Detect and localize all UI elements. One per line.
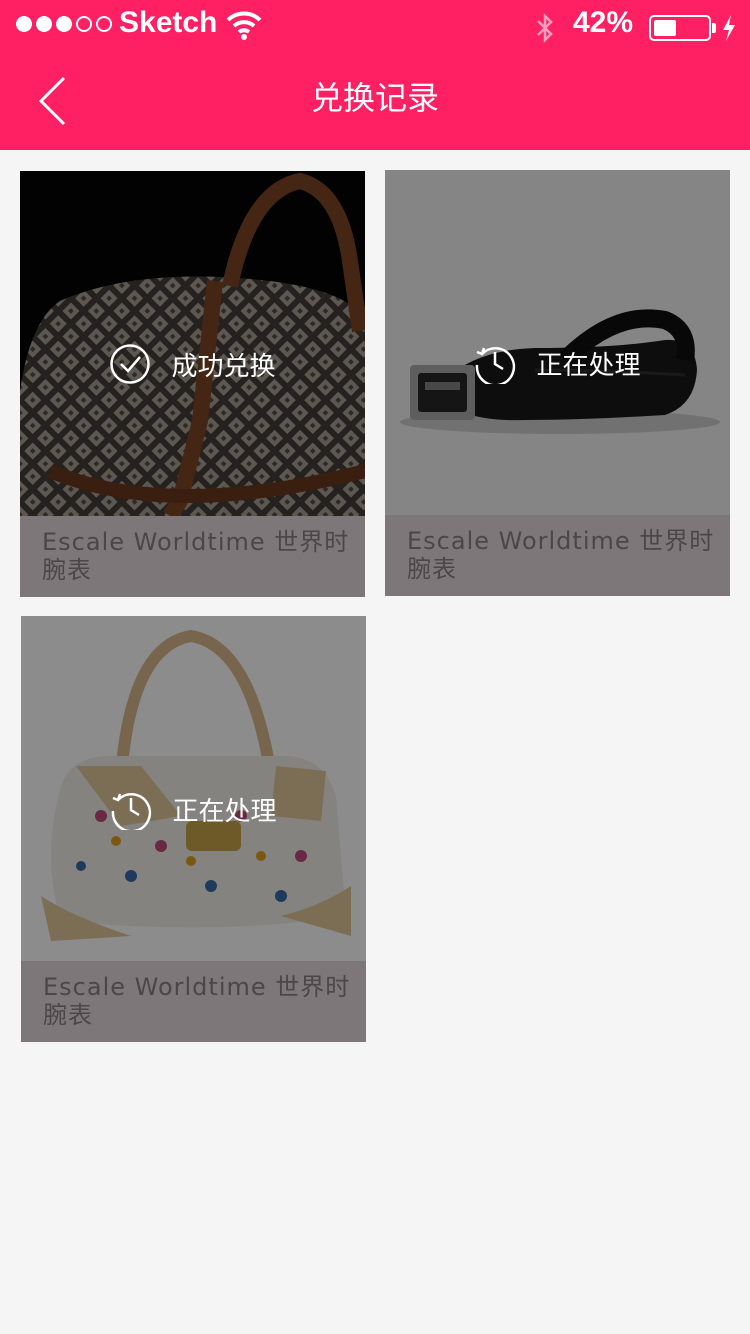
product-caption: Escale Worldtime 世界时腕表: [20, 516, 365, 597]
carrier-name: Sketch: [119, 6, 218, 39]
product-caption: Escale Worldtime 世界时腕表: [385, 515, 730, 596]
charging-bolt-icon: [723, 15, 735, 41]
wifi-icon: [226, 11, 262, 40]
battery-tip: [712, 23, 716, 33]
product-name: Escale Worldtime 世界时腕表: [43, 973, 351, 1029]
product-name: Escale Worldtime 世界时腕表: [42, 528, 350, 584]
product-name: Escale Worldtime 世界时腕表: [407, 527, 715, 583]
check-circle-icon: [110, 344, 151, 384]
exchange-status: 正在处理: [385, 340, 730, 386]
signal-strength-icon: [16, 16, 112, 32]
product-image-bag: 成功兑换: [20, 171, 365, 516]
status-label: 正在处理: [536, 350, 641, 381]
top-bar: Sketch 42% 兑换记录: [0, 0, 750, 150]
record-card[interactable]: 正在处理 Escale Worldtime 世界时腕表: [385, 170, 730, 596]
battery-icon: [649, 15, 711, 41]
record-card[interactable]: 成功兑换 Escale Worldtime 世界时腕表: [20, 171, 365, 597]
battery-level: [654, 20, 676, 36]
status-label: 正在处理: [172, 796, 277, 827]
status-bar: Sketch 42%: [0, 0, 750, 55]
product-image-belt: 正在处理: [385, 170, 730, 515]
history-clock-icon: [112, 793, 152, 830]
battery-percent: 42%: [573, 6, 634, 39]
page-title: 兑换记录: [310, 79, 439, 117]
status-label: 成功兑换: [171, 351, 276, 382]
record-card[interactable]: 正在处理 Escale Worldtime 世界时腕表: [21, 616, 366, 1042]
product-image-handbag: 正在处理: [21, 616, 366, 961]
exchange-status: 成功兑换: [20, 341, 365, 387]
history-clock-icon: [476, 347, 516, 384]
bluetooth-icon: [537, 12, 553, 44]
exchange-status: 正在处理: [21, 786, 366, 832]
product-caption: Escale Worldtime 世界时腕表: [21, 961, 366, 1042]
